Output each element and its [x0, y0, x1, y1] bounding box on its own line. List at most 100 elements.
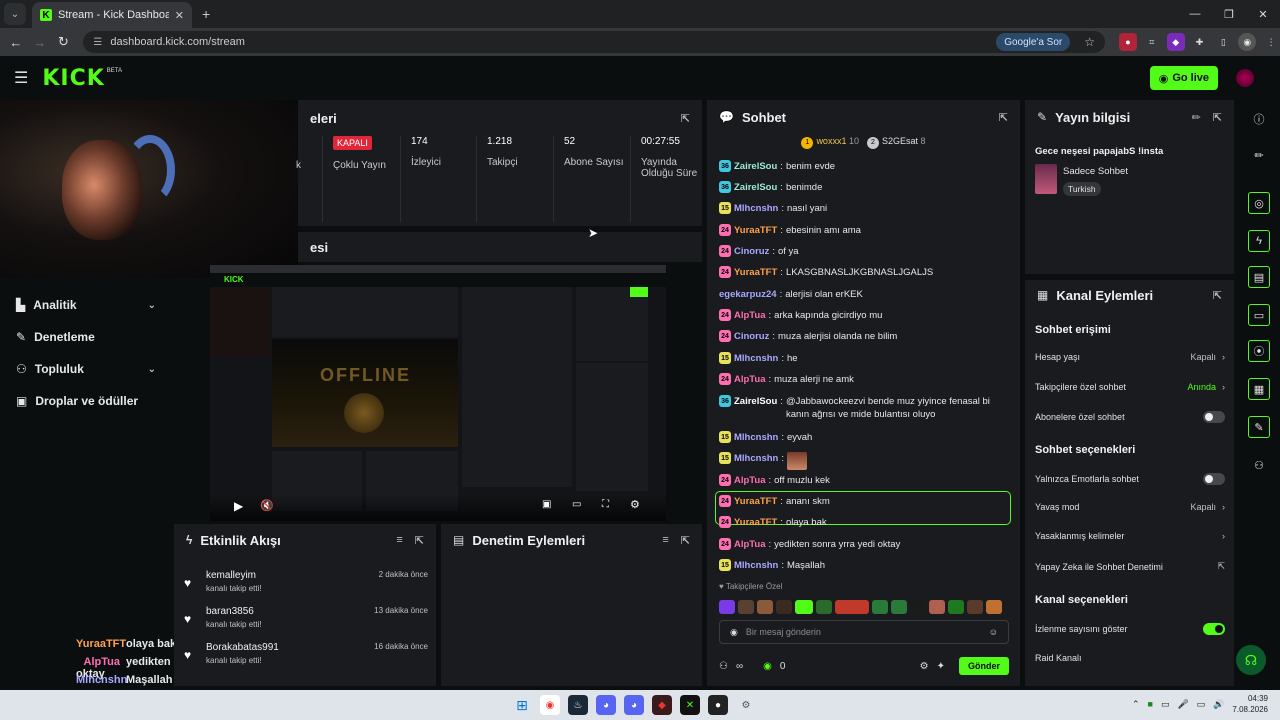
extension-purple-icon[interactable]: ◆ — [1166, 33, 1185, 51]
followers-only-row[interactable]: Takipçilere özel sohbet Anında › — [1035, 382, 1225, 392]
chat-username[interactable]: ZairelSou — [734, 181, 777, 194]
browser-tab[interactable]: K Stream - Kick Dashboard ✕ — [32, 2, 192, 28]
stream-preview-video[interactable]: KICK OFFLINE ▶ 🔇 ▣ ▭ ⛶ ⚙ — [210, 265, 666, 521]
emote[interactable] — [986, 600, 1002, 614]
extensions-puzzle-icon[interactable]: ✚ — [1191, 33, 1209, 51]
forward-icon[interactable]: → — [28, 35, 52, 50]
popout-icon[interactable]: ⇱ — [681, 534, 690, 547]
people-icon[interactable]: ⚇ — [719, 661, 728, 672]
banned-words-row[interactable]: Yasaklanmış kelimeler › — [1035, 531, 1225, 541]
emote[interactable] — [948, 600, 964, 614]
riot-icon[interactable]: ◆ — [652, 695, 672, 715]
chat-username[interactable]: YuraaTFT — [734, 224, 777, 237]
top-chatter[interactable]: 1 woxxx1 10 — [801, 136, 859, 154]
emote[interactable] — [872, 600, 888, 614]
chat-username[interactable]: ZairelSou — [734, 395, 777, 408]
emote[interactable] — [929, 600, 945, 614]
camera-target-icon[interactable]: ◎ — [1248, 192, 1270, 214]
chat-bubble-icon[interactable]: ▭ — [1248, 304, 1270, 326]
address-bar[interactable]: ☰ dashboard.kick.com/stream Google'a Sor… — [83, 31, 1106, 53]
clock[interactable]: 04:39 7.08.2026 — [1232, 693, 1268, 715]
monitor-icon[interactable]: ▭ — [1197, 699, 1206, 710]
popout-icon[interactable]: ⇱ — [1213, 289, 1222, 302]
volume-icon[interactable]: 🔊 — [1213, 699, 1224, 710]
kick-logo[interactable]: KICK — [42, 66, 104, 91]
discord-alt-icon[interactable]: ◕ — [624, 695, 644, 715]
windows-start-icon[interactable]: ⊞ — [512, 695, 532, 715]
popout-icon[interactable]: ⇱ — [999, 111, 1008, 124]
sidebar-item-denetleme[interactable]: ✎ Denetleme — [16, 330, 156, 344]
close-window-icon[interactable]: ✕ — [1246, 0, 1280, 28]
raid-row[interactable]: Raid Kanalı — [1035, 653, 1225, 663]
maximize-icon[interactable]: ❐ — [1212, 0, 1246, 28]
emote[interactable] — [719, 600, 735, 614]
info-icon[interactable]: ⓘ — [1248, 108, 1270, 130]
emote[interactable] — [891, 600, 907, 614]
nvidia-icon[interactable]: ■ — [1148, 699, 1153, 709]
top-chatter[interactable]: 2 S2GEsat 8 — [866, 136, 926, 154]
emote[interactable] — [816, 600, 832, 614]
sidebar-item-droplar[interactable]: ▣ Droplar ve ödüller — [16, 394, 156, 408]
chat-username[interactable]: egekarpuz24 — [719, 288, 777, 301]
chat-username[interactable]: Mlhcnshn — [734, 559, 778, 572]
chat-username[interactable]: Cinoruz — [734, 330, 769, 343]
subs-only-toggle[interactable] — [1203, 411, 1225, 423]
google-ask-button[interactable]: Google'a Sor — [996, 33, 1071, 51]
chat-username[interactable]: AlpTua — [734, 538, 766, 551]
browser-menu-icon[interactable]: ⋮ — [1262, 33, 1280, 51]
channel-icon[interactable]: ▦ — [1248, 378, 1270, 400]
sidebar-panel-icon[interactable]: ▯ — [1214, 33, 1232, 51]
show-viewers-toggle[interactable] — [1203, 623, 1225, 635]
edit-icon[interactable]: ✏ — [1192, 111, 1201, 124]
settings-icon[interactable]: ⚙ — [736, 695, 756, 715]
sidebar-item-analitik[interactable]: ▙ Analitik ⌄ — [16, 298, 156, 312]
emote[interactable] — [910, 600, 926, 614]
popout-icon[interactable]: ⇱ — [681, 112, 690, 125]
people-icon[interactable]: ⚇ — [1248, 454, 1270, 476]
account-age-row[interactable]: Hesap yaşı Kapalı › — [1035, 352, 1225, 362]
extension-red-icon[interactable]: ● — [1119, 33, 1137, 51]
ai-moderation-row[interactable]: Yapay Zeka ile Sohbet Denetimi ⇱ — [1035, 561, 1225, 572]
steam-icon[interactable]: ♨ — [568, 695, 588, 715]
bolt-icon[interactable]: ϟ — [1248, 230, 1270, 252]
discord-icon[interactable]: ◕ — [596, 695, 616, 715]
pip-icon[interactable]: ▣ — [542, 499, 551, 510]
emote[interactable] — [795, 600, 813, 614]
chat-username[interactable]: Cinoruz — [734, 245, 769, 258]
mute-icon[interactable]: 🔇 — [260, 499, 274, 512]
play-icon[interactable]: ▶ — [234, 499, 243, 513]
emote-only-toggle[interactable] — [1203, 473, 1225, 485]
network-icon[interactable]: ▭ — [1161, 699, 1170, 710]
chat-username[interactable]: AlpTua — [734, 474, 766, 487]
minimize-icon[interactable]: — — [1178, 0, 1212, 28]
new-tab-icon[interactable]: + — [202, 6, 210, 22]
broadcast-icon[interactable]: ⦿ — [1248, 340, 1270, 362]
popout-icon[interactable]: ⇱ — [1213, 111, 1222, 124]
help-chat-icon[interactable]: ☊ — [1236, 645, 1266, 675]
emote[interactable] — [776, 600, 792, 614]
emote[interactable] — [757, 600, 773, 614]
go-live-button[interactable]: ◉ Go live — [1149, 66, 1218, 90]
chat-username[interactable]: AlpTua — [734, 309, 766, 322]
site-info-icon[interactable]: ☰ — [93, 37, 102, 48]
chrome-icon[interactable]: ◉ — [540, 695, 560, 715]
tray-chevron-icon[interactable]: ⌃ — [1132, 699, 1140, 710]
chat-username[interactable]: Mlhcnshn — [734, 202, 778, 215]
settings-icon[interactable]: ⚙ — [920, 661, 929, 672]
obs-icon[interactable]: ● — [708, 695, 728, 715]
document-icon[interactable]: ▤ — [1248, 266, 1270, 288]
emote[interactable] — [967, 600, 983, 614]
bookmark-star-icon[interactable]: ☆ — [1084, 35, 1095, 49]
filter-icon[interactable]: ≡ — [396, 534, 402, 547]
emoji-icon[interactable]: ☺ — [989, 627, 998, 637]
sidebar-item-topluluk[interactable]: ⚇ Topluluk ⌄ — [16, 362, 156, 376]
chat-username[interactable]: Mlhcnshn — [734, 352, 778, 365]
chat-username[interactable]: YuraaTFT — [734, 495, 777, 508]
chat-username[interactable]: YuraaTFT — [734, 516, 777, 529]
chat-username[interactable]: Mlhcnshn — [734, 452, 778, 465]
back-icon[interactable]: ← — [4, 35, 28, 50]
xbox-icon[interactable]: ✕ — [680, 695, 700, 715]
close-tab-icon[interactable]: ✕ — [175, 9, 184, 22]
emote[interactable] — [835, 600, 869, 614]
fullscreen-icon[interactable]: ⛶ — [602, 499, 609, 510]
